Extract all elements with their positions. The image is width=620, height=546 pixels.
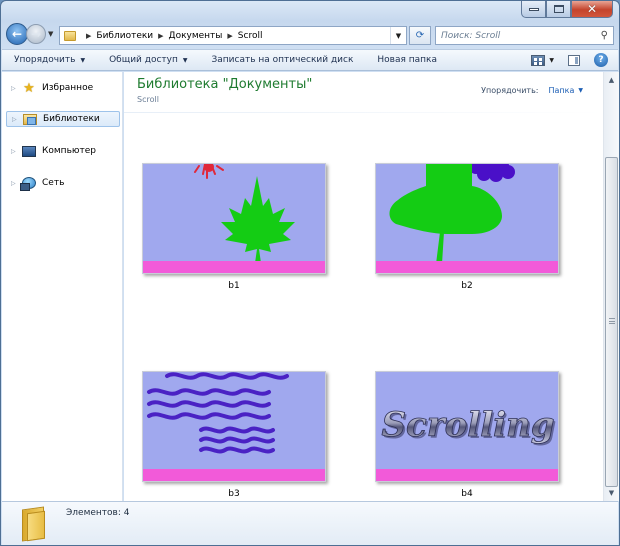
back-button[interactable]: ←	[6, 23, 28, 45]
arrange-dropdown[interactable]: Папка	[548, 86, 574, 95]
nav-item-favorites[interactable]: ▷ ★ Избранное	[6, 80, 120, 96]
caption-buttons: ✕	[521, 1, 613, 18]
breadcrumb-libraries[interactable]: Библиотеки	[96, 31, 153, 41]
scroll-up-icon[interactable]: ▲	[604, 72, 619, 88]
command-bar: Упорядочить ▼ Общий доступ ▼ Записать на о…	[2, 49, 618, 71]
address-bar[interactable]: ▶ Библиотеки ▶ Документы ▶ Scroll ▼	[59, 26, 407, 45]
file-thumbnail-b4[interactable]: Scrolling Scrolling	[375, 371, 559, 482]
tree-image	[389, 164, 515, 264]
burn-button[interactable]: Записать на оптический диск	[200, 55, 366, 65]
divider	[124, 112, 603, 113]
nav-item-label: Библиотеки	[43, 114, 100, 124]
chevron-right-icon[interactable]: ▶	[158, 32, 163, 40]
scrollbar-thumb[interactable]	[605, 157, 618, 487]
grip-icon	[609, 318, 615, 324]
chevron-right-icon[interactable]: ▶	[227, 32, 232, 40]
close-icon: ✕	[586, 2, 598, 16]
pink-band	[376, 469, 558, 481]
file-thumbnail-b3[interactable]	[142, 371, 326, 482]
vertical-scrollbar[interactable]: ▲ ▼	[603, 72, 619, 501]
address-dropdown-icon[interactable]: ▼	[390, 27, 406, 44]
file-thumbnail-b1[interactable]	[142, 163, 326, 274]
waves-image	[147, 372, 289, 454]
refresh-icon: ⟳	[415, 30, 425, 41]
chevron-down-icon[interactable]: ▼	[578, 87, 583, 94]
maple-leaf-image	[194, 164, 295, 263]
new-folder-button[interactable]: Новая папка	[365, 55, 449, 65]
change-view-icon[interactable]	[531, 54, 546, 66]
maximize-button[interactable]	[546, 1, 571, 18]
preview-pane-icon[interactable]	[568, 54, 580, 66]
network-icon	[20, 177, 37, 191]
libraries-icon	[22, 113, 38, 126]
navigation-pane: ▷ ★ Избранное ▷ Библиотеки ▷ Компьютер ▷…	[2, 72, 123, 501]
close-button[interactable]: ✕	[571, 1, 613, 18]
pink-band	[376, 261, 558, 273]
view-dropdown-icon[interactable]: ▼	[549, 57, 554, 64]
scroll-down-icon[interactable]: ▼	[604, 485, 619, 501]
back-arrow-icon: ←	[11, 27, 23, 41]
pink-band	[143, 469, 325, 481]
nav-item-libraries[interactable]: ▷ Библиотеки	[6, 111, 120, 127]
expand-icon[interactable]: ▷	[12, 116, 22, 123]
folder-icon	[22, 506, 48, 542]
help-icon[interactable]: ?	[594, 53, 608, 67]
expand-icon[interactable]: ▷	[11, 148, 21, 155]
scrolling-text-image: Scrolling Scrolling	[381, 405, 556, 447]
forward-button[interactable]: →	[26, 24, 46, 44]
minimize-button[interactable]	[521, 1, 546, 18]
breadcrumb-documents[interactable]: Документы	[169, 31, 223, 41]
new-folder-label: Новая папка	[377, 55, 438, 65]
file-thumbnail-b2[interactable]	[375, 163, 559, 274]
expand-icon[interactable]: ▷	[11, 85, 21, 92]
view-controls: ▼ ?	[531, 53, 618, 67]
organize-label: Упорядочить	[14, 55, 76, 65]
nav-item-label: Компьютер	[42, 146, 96, 156]
refresh-button[interactable]: ⟳	[409, 26, 431, 45]
search-box[interactable]: ⚲	[435, 26, 614, 45]
nav-item-label: Сеть	[42, 178, 65, 188]
folder-icon	[64, 30, 76, 41]
art-text: Scrolling	[381, 405, 554, 445]
share-button[interactable]: Общий доступ ▼	[97, 55, 199, 65]
details-pane: Элементов: 4	[2, 501, 618, 545]
breadcrumb-scroll[interactable]: Scroll	[238, 31, 263, 41]
chevron-down-icon: ▼	[80, 56, 86, 64]
nav-item-label: Избранное	[42, 83, 94, 93]
chevron-right-icon[interactable]: ▶	[86, 32, 91, 40]
arrange-by: Упорядочить: Папка ▼	[481, 86, 583, 95]
search-input[interactable]	[441, 30, 591, 41]
nav-buttons: ← → ▼	[6, 23, 53, 45]
organize-button[interactable]: Упорядочить ▼	[2, 55, 97, 65]
item-count: Элементов: 4	[66, 508, 130, 518]
nav-item-network[interactable]: ▷ Сеть	[6, 175, 120, 191]
content-pane: Библиотека "Документы" Scroll Упорядочит…	[124, 72, 603, 501]
computer-icon	[21, 145, 37, 158]
burn-label: Записать на оптический диск	[211, 55, 354, 65]
share-label: Общий доступ	[109, 55, 178, 65]
nav-item-computer[interactable]: ▷ Компьютер	[6, 143, 120, 159]
file-name-b4[interactable]: b4	[375, 489, 559, 499]
library-subtitle: Scroll	[137, 95, 159, 104]
search-icon[interactable]: ⚲	[601, 30, 608, 41]
file-name-b1[interactable]: b1	[142, 281, 326, 291]
chevron-down-icon: ▼	[182, 56, 188, 64]
arrange-label: Упорядочить:	[481, 86, 539, 95]
minimize-icon	[528, 7, 539, 11]
file-name-b3[interactable]: b3	[142, 489, 326, 499]
explorer-window: ✕ ← → ▼ ▶ Библиотеки ▶ Документы ▶ Scrol…	[0, 0, 620, 546]
library-title: Библиотека "Документы"	[137, 77, 313, 92]
maximize-icon	[553, 5, 564, 13]
recent-pages-dropdown-icon[interactable]: ▼	[48, 30, 53, 38]
star-icon: ★	[23, 80, 35, 96]
file-name-b2[interactable]: b2	[375, 281, 559, 291]
pink-band	[143, 261, 325, 273]
forward-arrow-icon: →	[30, 27, 42, 41]
